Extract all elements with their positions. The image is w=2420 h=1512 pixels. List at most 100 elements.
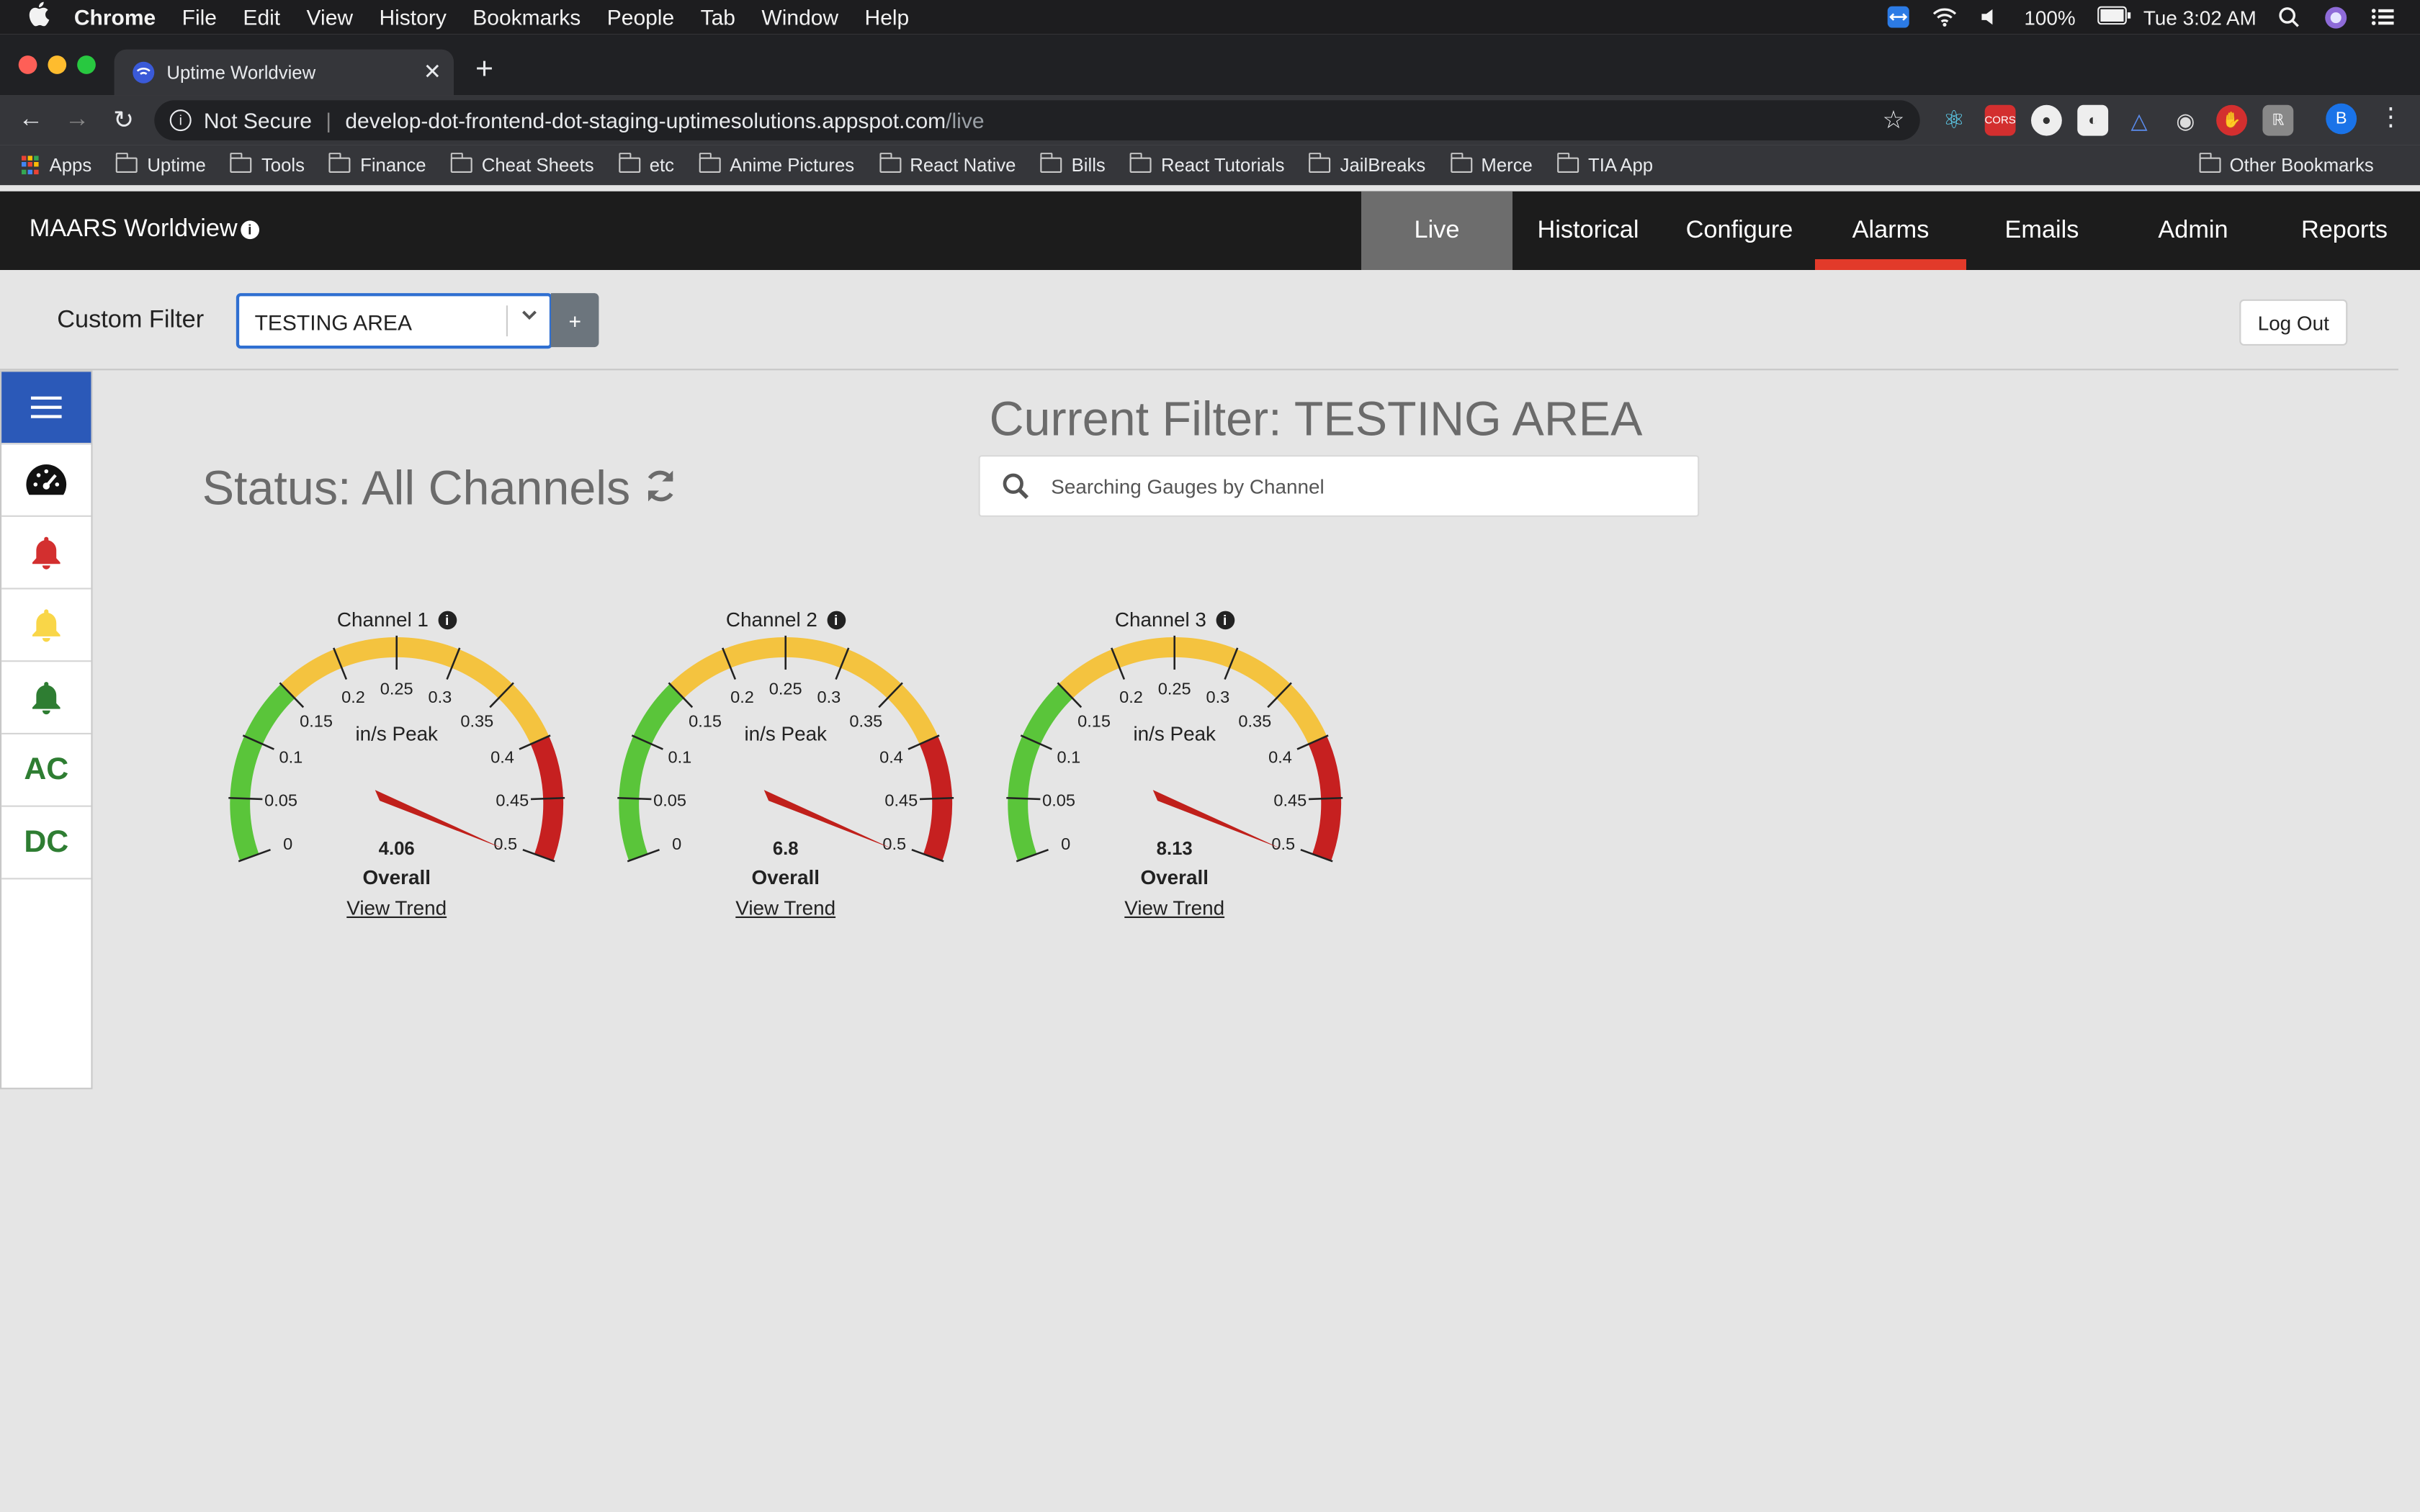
chevron-down-icon[interactable] xyxy=(520,305,539,328)
bookmark-merce[interactable]: Merce xyxy=(1450,153,1533,176)
menubar-view[interactable]: View xyxy=(307,4,353,29)
gauge-tick-label: 0.05 xyxy=(264,791,297,809)
gauge-tick-label: 0.3 xyxy=(817,688,841,706)
bookmark-other[interactable]: Other Bookmarks xyxy=(2198,153,2374,176)
extension-ghost-icon[interactable]: ◐ xyxy=(2077,104,2109,136)
react-devtools-icon[interactable]: ⚛ xyxy=(1938,105,1969,136)
site-info-icon[interactable]: i xyxy=(169,109,192,132)
bookmark-star-icon[interactable]: ☆ xyxy=(1883,105,1905,136)
gauge-units-label: in/s Peak xyxy=(355,723,438,745)
bookmark-anime-pictures[interactable]: Anime Pictures xyxy=(699,153,855,176)
extension-eye-icon[interactable]: ◉ xyxy=(2170,105,2201,136)
dc-label: DC xyxy=(24,824,69,859)
sidebar-item-critical-alarms[interactable] xyxy=(1,517,91,590)
security-label: Not Secure xyxy=(203,108,312,133)
menubar-app-name[interactable]: Chrome xyxy=(74,4,156,29)
extension-triangle-icon[interactable]: △ xyxy=(2124,105,2155,136)
bookmark-etc[interactable]: etc xyxy=(618,153,674,176)
extension-grey-icon[interactable]: ℝ xyxy=(2262,104,2294,136)
browser-tab-active[interactable]: Uptime Worldview ✕ xyxy=(114,49,454,96)
view-trend-link[interactable]: View Trend xyxy=(997,896,1352,919)
volume-icon[interactable] xyxy=(1978,6,2002,28)
new-tab-button[interactable]: + xyxy=(475,53,493,88)
menubar-help[interactable]: Help xyxy=(865,4,910,29)
sidebar-item-warning-alarms[interactable] xyxy=(1,590,91,662)
view-trend-link[interactable]: View Trend xyxy=(219,896,574,919)
gauge-tick xyxy=(617,796,652,801)
nav-emails[interactable]: Emails xyxy=(1966,192,2118,270)
search-input[interactable] xyxy=(1051,469,1669,503)
bookmark-react-tutorials[interactable]: React Tutorials xyxy=(1130,153,1285,176)
custom-filter-select[interactable]: TESTING AREA xyxy=(236,293,553,349)
refresh-icon[interactable] xyxy=(642,462,679,517)
cors-extension-icon[interactable]: CORS xyxy=(1984,104,2016,136)
bookmark-bills[interactable]: Bills xyxy=(1040,153,1106,176)
menubar-tab[interactable]: Tab xyxy=(701,4,735,29)
status-title-text: Status: All Channels xyxy=(202,461,631,516)
apple-icon[interactable] xyxy=(28,1,53,32)
bookmark-label: TIA App xyxy=(1588,154,1654,176)
logout-button[interactable]: Log Out xyxy=(2239,299,2348,346)
menubar-window[interactable]: Window xyxy=(761,4,838,29)
sidebar-item-normal-alarms[interactable] xyxy=(1,662,91,734)
extension-circle-icon[interactable]: ● xyxy=(2031,104,2062,136)
tab-close-icon[interactable]: ✕ xyxy=(424,58,442,84)
wifi-icon[interactable] xyxy=(1932,6,1956,28)
menubar-edit[interactable]: Edit xyxy=(243,4,280,29)
folder-icon xyxy=(1557,153,1579,173)
add-filter-button[interactable]: + xyxy=(551,293,599,348)
menubar-people[interactable]: People xyxy=(607,4,674,29)
bookmark-label: Other Bookmarks xyxy=(2229,154,2374,176)
bookmark-tools[interactable]: Tools xyxy=(230,153,305,176)
sidebar-item-gauges[interactable] xyxy=(1,444,91,517)
gauge-tick-label: 0.4 xyxy=(490,748,514,767)
nav-configure[interactable]: Configure xyxy=(1664,192,1815,270)
filter-selected-value: TESTING AREA xyxy=(254,310,412,335)
bookmark-react-native[interactable]: React Native xyxy=(879,153,1016,176)
profile-avatar[interactable]: B xyxy=(2326,103,2357,135)
folder-icon xyxy=(1309,153,1331,173)
bookmark-uptime[interactable]: Uptime xyxy=(116,153,206,176)
menubar-history[interactable]: History xyxy=(379,4,446,29)
siri-icon[interactable] xyxy=(2324,6,2349,29)
bookmark-jailbreaks[interactable]: JailBreaks xyxy=(1309,153,1425,176)
nav-reports[interactable]: Reports xyxy=(2269,192,2420,270)
bookmark-apps[interactable]: Apps xyxy=(22,154,91,176)
info-icon[interactable]: i xyxy=(240,220,259,240)
nav-live[interactable]: Live xyxy=(1361,191,1512,270)
app-brand[interactable]: MAARS Worldview i xyxy=(30,216,259,244)
spotlight-icon[interactable] xyxy=(2278,6,2303,28)
nav-historical[interactable]: Historical xyxy=(1512,192,1664,270)
extension-hand-icon[interactable]: ✋ xyxy=(2216,104,2247,136)
nav-admin[interactable]: Admin xyxy=(2118,192,2269,270)
chrome-menu-icon[interactable]: ⋮ xyxy=(2378,102,2403,132)
nav-alarms[interactable]: Alarms xyxy=(1815,192,1966,270)
menubar-file[interactable]: File xyxy=(182,4,217,29)
notification-center-icon[interactable] xyxy=(2370,6,2395,28)
search-icon xyxy=(1002,472,1030,508)
sidebar-item-ac[interactable]: AC xyxy=(1,734,91,807)
gauge-tick-label: 0.3 xyxy=(429,688,452,706)
status-heading: Status: All Channels xyxy=(202,462,680,517)
back-icon[interactable]: ← xyxy=(8,107,54,135)
view-trend-link[interactable]: View Trend xyxy=(608,896,963,919)
bookmark-cheat-sheets[interactable]: Cheat Sheets xyxy=(450,153,594,176)
window-minimize-button[interactable] xyxy=(48,55,67,74)
menubar-bookmarks[interactable]: Bookmarks xyxy=(472,4,581,29)
teamviewer-icon[interactable] xyxy=(1886,6,1910,28)
sidebar-item-dc[interactable]: DC xyxy=(1,807,91,880)
bookmark-tia-app[interactable]: TIA App xyxy=(1557,153,1654,176)
address-bar[interactable]: i Not Secure | develop-dot-frontend-dot-… xyxy=(154,100,1920,140)
bookmark-label: Bills xyxy=(1071,154,1106,176)
sidebar-menu-button[interactable] xyxy=(1,372,91,445)
bookmark-label: Anime Pictures xyxy=(730,154,855,176)
battery-icon[interactable] xyxy=(2097,6,2130,28)
reload-icon[interactable]: ↻ xyxy=(100,105,146,136)
menubar-clock[interactable]: Tue 3:02 AM xyxy=(2143,6,2257,29)
window-maximize-button[interactable] xyxy=(77,55,96,74)
bookmark-finance[interactable]: Finance xyxy=(329,153,426,176)
window-close-button[interactable] xyxy=(18,55,37,74)
forward-icon[interactable]: → xyxy=(54,107,100,135)
bookmark-label: React Tutorials xyxy=(1160,154,1285,176)
custom-filter-label: Custom Filter xyxy=(57,307,205,333)
